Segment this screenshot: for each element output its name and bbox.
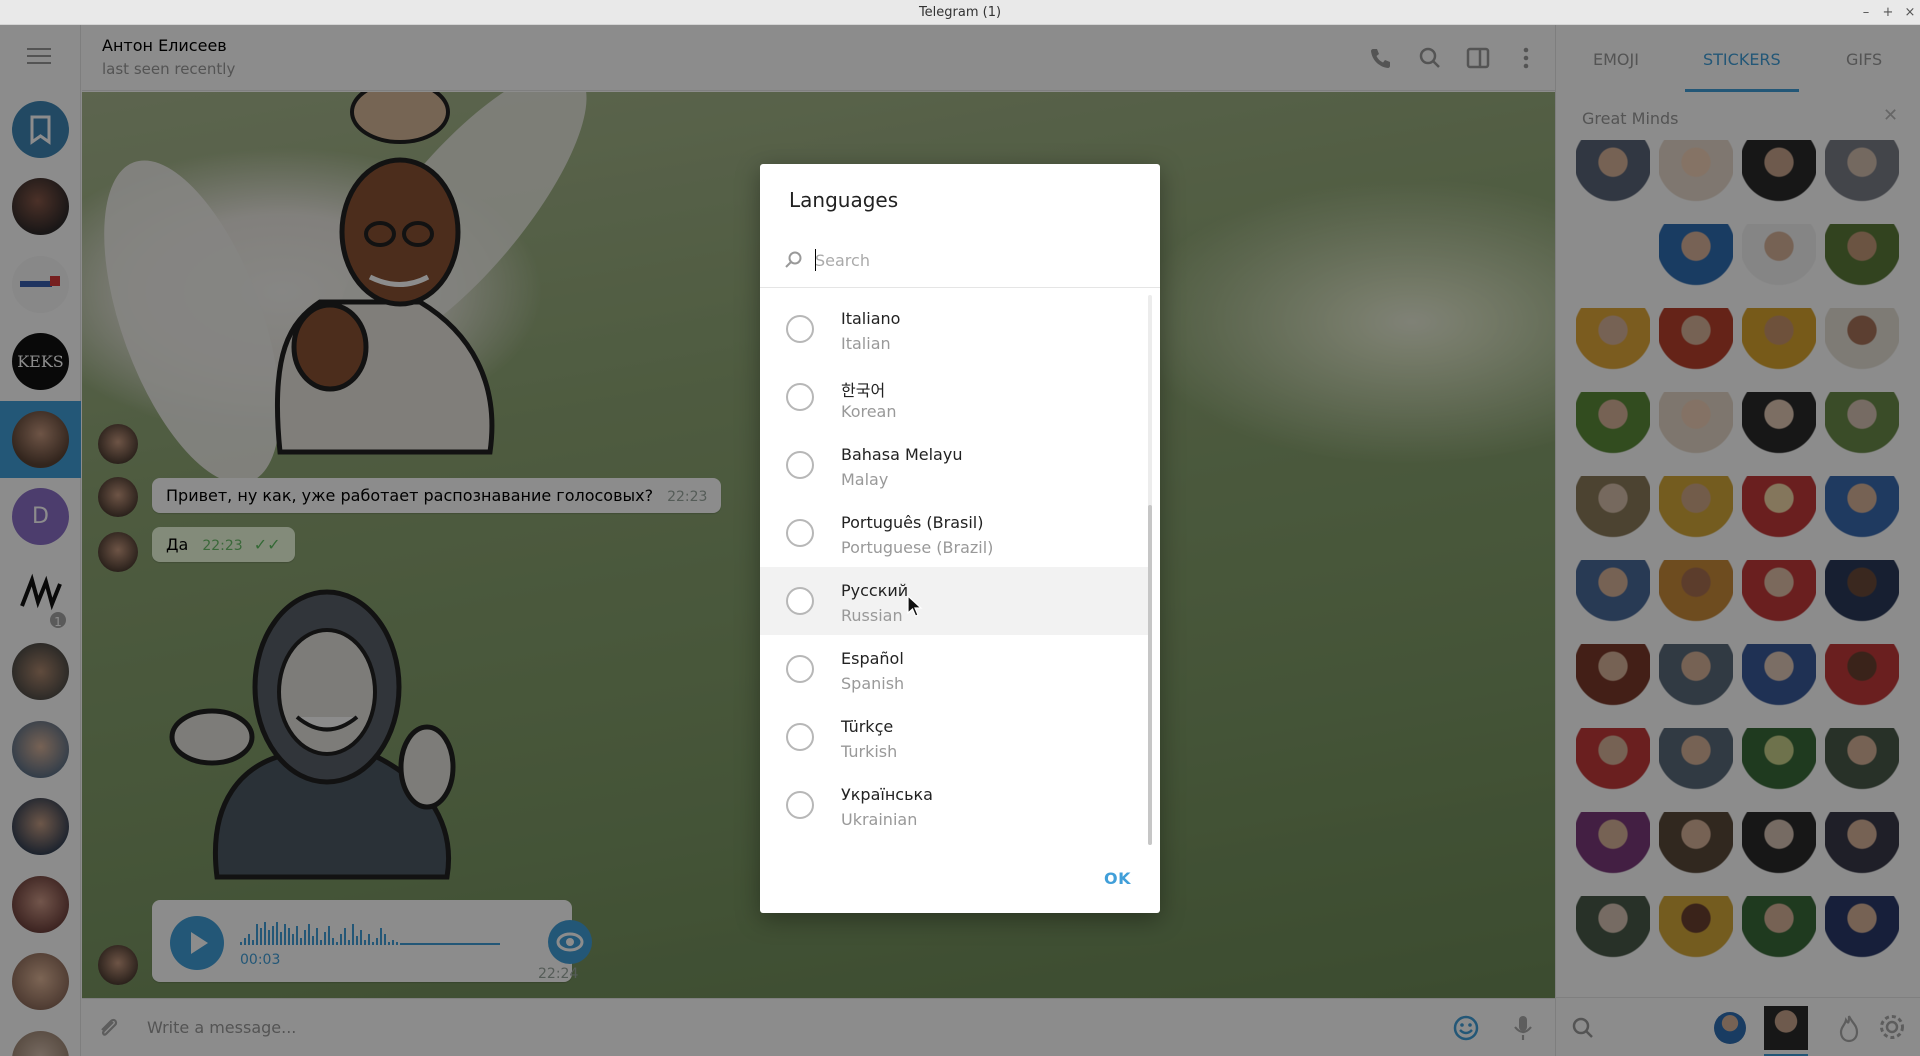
language-english-name: Italian <box>841 334 891 353</box>
language-native-name: 한국어 <box>841 381 886 400</box>
radio-button[interactable] <box>786 451 814 479</box>
window-title: Telegram (1) <box>918 5 1002 20</box>
language-english-name: Spanish <box>841 674 905 693</box>
search-icon <box>785 251 802 268</box>
radio-button[interactable] <box>786 791 814 819</box>
mouse-cursor-icon <box>907 594 923 617</box>
modal-overlay-right[interactable] <box>1555 25 1920 1056</box>
language-option-spanish[interactable]: Español Spanish <box>760 635 1152 703</box>
language-option-russian[interactable]: Русский Russian <box>760 567 1152 635</box>
language-english-name: Russian <box>841 606 903 625</box>
radio-button[interactable] <box>786 723 814 751</box>
language-english-name: Malay <box>841 470 889 489</box>
language-option-korean[interactable]: 한국어 Korean <box>760 363 1152 431</box>
dialog-title: Languages <box>789 188 899 212</box>
radio-button[interactable] <box>786 655 814 683</box>
language-option-malay[interactable]: Bahasa Melayu Malay <box>760 431 1152 499</box>
language-english-name: Korean <box>841 402 897 421</box>
language-native-name: Italiano <box>841 309 901 328</box>
language-native-name: Türkçe <box>841 717 894 736</box>
language-option-ukrainian[interactable]: Українська Ukrainian <box>760 771 1152 839</box>
radio-button[interactable] <box>786 383 814 411</box>
language-native-name: Русский <box>841 581 909 600</box>
radio-button[interactable] <box>786 519 814 547</box>
maximize-icon[interactable]: + <box>1878 0 1898 25</box>
close-window-icon[interactable]: × <box>1900 0 1920 25</box>
language-english-name: Ukrainian <box>841 810 918 829</box>
language-native-name: Português (Brasil) <box>841 513 984 532</box>
language-native-name: Español <box>841 649 904 668</box>
radio-button[interactable] <box>786 315 814 343</box>
language-search-input[interactable] <box>815 246 1135 274</box>
ok-button[interactable]: OK <box>1104 869 1131 888</box>
language-option-portuguese-brazil[interactable]: Português (Brasil) Portuguese (Brazil) <box>760 499 1152 567</box>
languages-dialog: Languages Italiano Italian 한국어 Korean Ba… <box>760 164 1160 913</box>
language-english-name: Portuguese (Brazil) <box>841 538 994 557</box>
scrollbar-thumb[interactable] <box>1148 505 1152 845</box>
text-cursor <box>815 249 816 271</box>
language-option-turkish[interactable]: Türkçe Turkish <box>760 703 1152 771</box>
minimize-icon[interactable]: – <box>1856 0 1876 25</box>
language-list: Italiano Italian 한국어 Korean Bahasa Melay… <box>760 295 1160 839</box>
language-option-italian[interactable]: Italiano Italian <box>760 295 1152 363</box>
search-row <box>760 234 1160 288</box>
language-native-name: Українська <box>841 785 933 804</box>
language-english-name: Turkish <box>841 742 898 761</box>
language-native-name: Bahasa Melayu <box>841 445 963 464</box>
window-titlebar: Telegram (1) <box>0 0 1920 25</box>
radio-button[interactable] <box>786 587 814 615</box>
